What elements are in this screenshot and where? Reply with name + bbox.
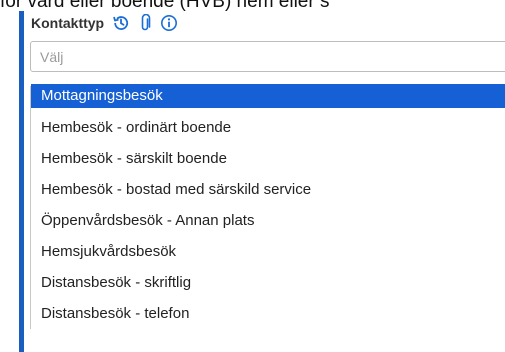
focus-indicator-bar — [19, 11, 24, 352]
option-oppenvardsbesok-annan-plats[interactable]: Öppenvårdsbesök - Annan plats — [31, 205, 505, 236]
option-distansbesok-telefon[interactable]: Distansbesök - telefon — [31, 298, 505, 329]
field-label: Kontakttyp — [31, 15, 105, 31]
info-icon[interactable] — [160, 14, 178, 32]
option-hembesok-ordinart-boende[interactable]: Hembesök - ordinärt boende — [31, 112, 505, 143]
select-placeholder: Välj — [40, 49, 64, 65]
options-list: Mottagningsbesök Hembesök - ordinärt boe… — [30, 84, 505, 329]
option-hembesok-sarskilt-boende[interactable]: Hembesök - särskilt boende — [31, 143, 505, 174]
paperclip-icon[interactable] — [138, 14, 152, 32]
kontakttyp-select[interactable]: Välj — [30, 41, 505, 72]
field-header: Kontakttyp — [31, 11, 178, 35]
option-distansbesok-skriftlig[interactable]: Distansbesök - skriftlig — [31, 267, 505, 298]
option-hembesok-bostad-med-sarskild-service[interactable]: Hembesök - bostad med särskild service — [31, 174, 505, 205]
option-hemsjukvardsbesok[interactable]: Hemsjukvårdsbesök — [31, 236, 505, 267]
history-icon[interactable] — [112, 14, 130, 32]
option-mottagningsbesok[interactable]: Mottagningsbesök — [31, 84, 505, 108]
